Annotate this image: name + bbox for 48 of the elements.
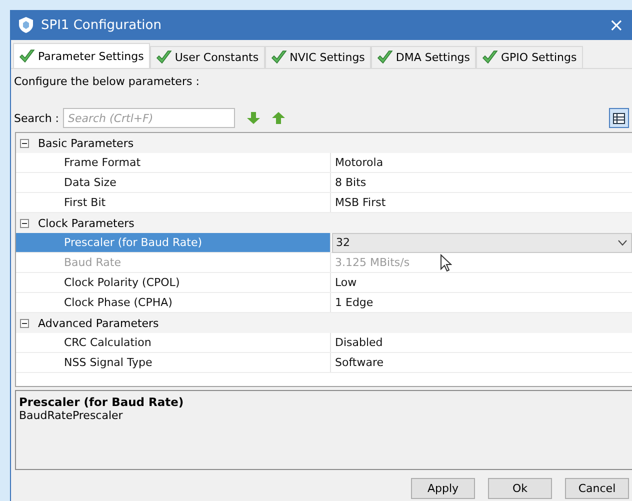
collapse-icon[interactable] bbox=[20, 218, 29, 228]
instruction-text: Configure the below parameters : bbox=[13, 74, 200, 90]
group-header: Basic Parameters bbox=[38, 136, 134, 150]
tab[interactable]: NVIC Settings bbox=[264, 46, 371, 68]
checkmark-icon bbox=[482, 50, 498, 65]
description-text: BaudRatePrescaler bbox=[19, 409, 124, 422]
tab[interactable]: Parameter Settings bbox=[13, 43, 150, 68]
group-header: Clock Parameters bbox=[38, 216, 134, 230]
dialog-button[interactable]: Ok bbox=[488, 478, 552, 499]
chevron-down-icon bbox=[618, 240, 627, 246]
parameter-value: 3.125 MBits/s bbox=[335, 256, 410, 269]
dialog-button[interactable]: Cancel bbox=[565, 478, 629, 499]
tab[interactable]: User Constants bbox=[150, 46, 265, 68]
parameter-value: Software bbox=[335, 356, 384, 369]
parameter-value: Disabled bbox=[335, 336, 383, 349]
search-label: Search : bbox=[14, 112, 59, 124]
description-title: Prescaler (for Baud Rate) bbox=[19, 395, 185, 409]
window-title: SPI1 Configuration bbox=[41, 18, 162, 32]
list-view-icon[interactable] bbox=[609, 108, 629, 128]
collapse-icon[interactable] bbox=[20, 318, 29, 328]
collapse-icon[interactable] bbox=[20, 138, 29, 148]
parameter-value: Motorola bbox=[335, 156, 384, 169]
checkmark-icon bbox=[156, 50, 172, 65]
parameter-value: 8 Bits bbox=[335, 176, 366, 189]
up-arrow-icon[interactable] bbox=[272, 112, 285, 124]
checkmark-icon bbox=[376, 50, 393, 65]
shield-icon bbox=[19, 17, 33, 33]
checkmark-icon bbox=[19, 48, 35, 64]
close-icon[interactable]: × bbox=[608, 14, 624, 36]
value-dropdown[interactable]: 32 bbox=[332, 232, 632, 252]
parameter-name[interactable]: Clock Polarity (CPOL) bbox=[16, 273, 331, 292]
tab[interactable]: GPIO Settings bbox=[476, 46, 583, 68]
parameter-name[interactable]: Frame Format bbox=[16, 153, 331, 172]
tab[interactable]: DMA Settings bbox=[370, 46, 476, 68]
parameter-name[interactable]: NSS Signal Type bbox=[16, 353, 331, 372]
parameter-value: MSB First bbox=[335, 196, 386, 209]
dialog-button[interactable]: Apply bbox=[411, 478, 475, 499]
parameter-name[interactable]: Data Size bbox=[16, 173, 331, 192]
parameter-name[interactable]: Clock Phase (CPHA) bbox=[16, 293, 331, 312]
parameter-name[interactable]: First Bit bbox=[16, 193, 331, 212]
mouse-pointer-icon bbox=[440, 254, 452, 272]
search-field[interactable]: Search (Crtl+F) bbox=[63, 108, 235, 128]
parameter-name[interactable]: CRC Calculation bbox=[16, 333, 331, 352]
down-arrow-icon[interactable] bbox=[247, 112, 260, 124]
group-header: Advanced Parameters bbox=[38, 316, 159, 330]
parameter-value: Low bbox=[335, 276, 357, 289]
checkmark-icon bbox=[270, 50, 287, 65]
parameter-value: 1 Edge bbox=[335, 296, 374, 309]
